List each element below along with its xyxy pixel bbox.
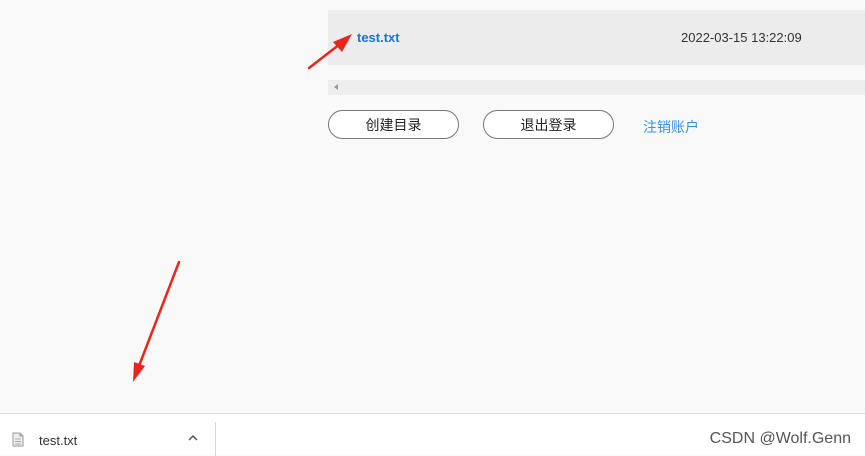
- annotation-arrow-bottom: [133, 260, 181, 382]
- watermark-text: CSDN @Wolf.Genn: [709, 430, 851, 447]
- file-modified-date: 2022-03-15 13:22:09: [681, 30, 802, 45]
- download-bar: test.txt CSDN @Wolf.Genn: [0, 413, 865, 456]
- download-item[interactable]: test.txt: [0, 414, 215, 455]
- logout-button[interactable]: 退出登录: [483, 110, 614, 139]
- chevron-up-icon[interactable]: [188, 434, 198, 441]
- scroll-left-arrow-icon[interactable]: [334, 84, 338, 90]
- download-file-name: test.txt: [39, 433, 78, 448]
- create-directory-button[interactable]: 创建目录: [328, 110, 459, 139]
- file-row: test.txt 2022-03-15 13:22:09: [328, 10, 865, 65]
- horizontal-scrollbar[interactable]: [328, 80, 865, 95]
- cancel-account-link[interactable]: 注销账户: [643, 117, 699, 137]
- annotation-arrows: [133, 34, 352, 382]
- document-icon: [12, 432, 24, 447]
- file-name-link[interactable]: test.txt: [357, 30, 400, 45]
- download-bar-divider: [215, 422, 216, 456]
